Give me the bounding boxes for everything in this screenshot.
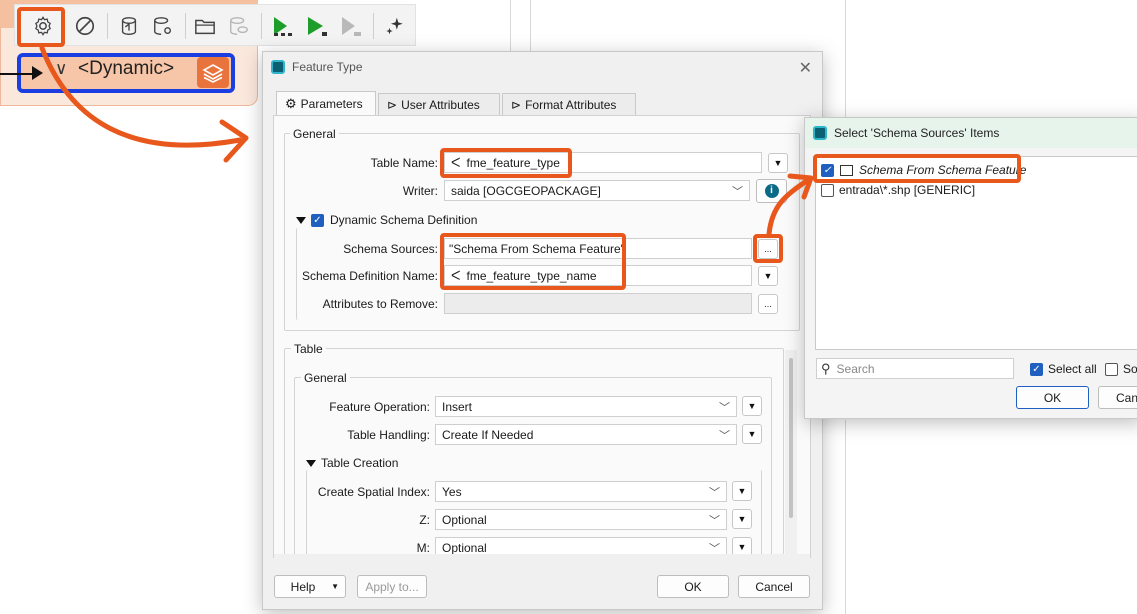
arrow-gear-to-dialog [39,45,243,148]
annotation-arrows [39,45,814,237]
arrow-ellipsis-to-items [766,177,811,237]
